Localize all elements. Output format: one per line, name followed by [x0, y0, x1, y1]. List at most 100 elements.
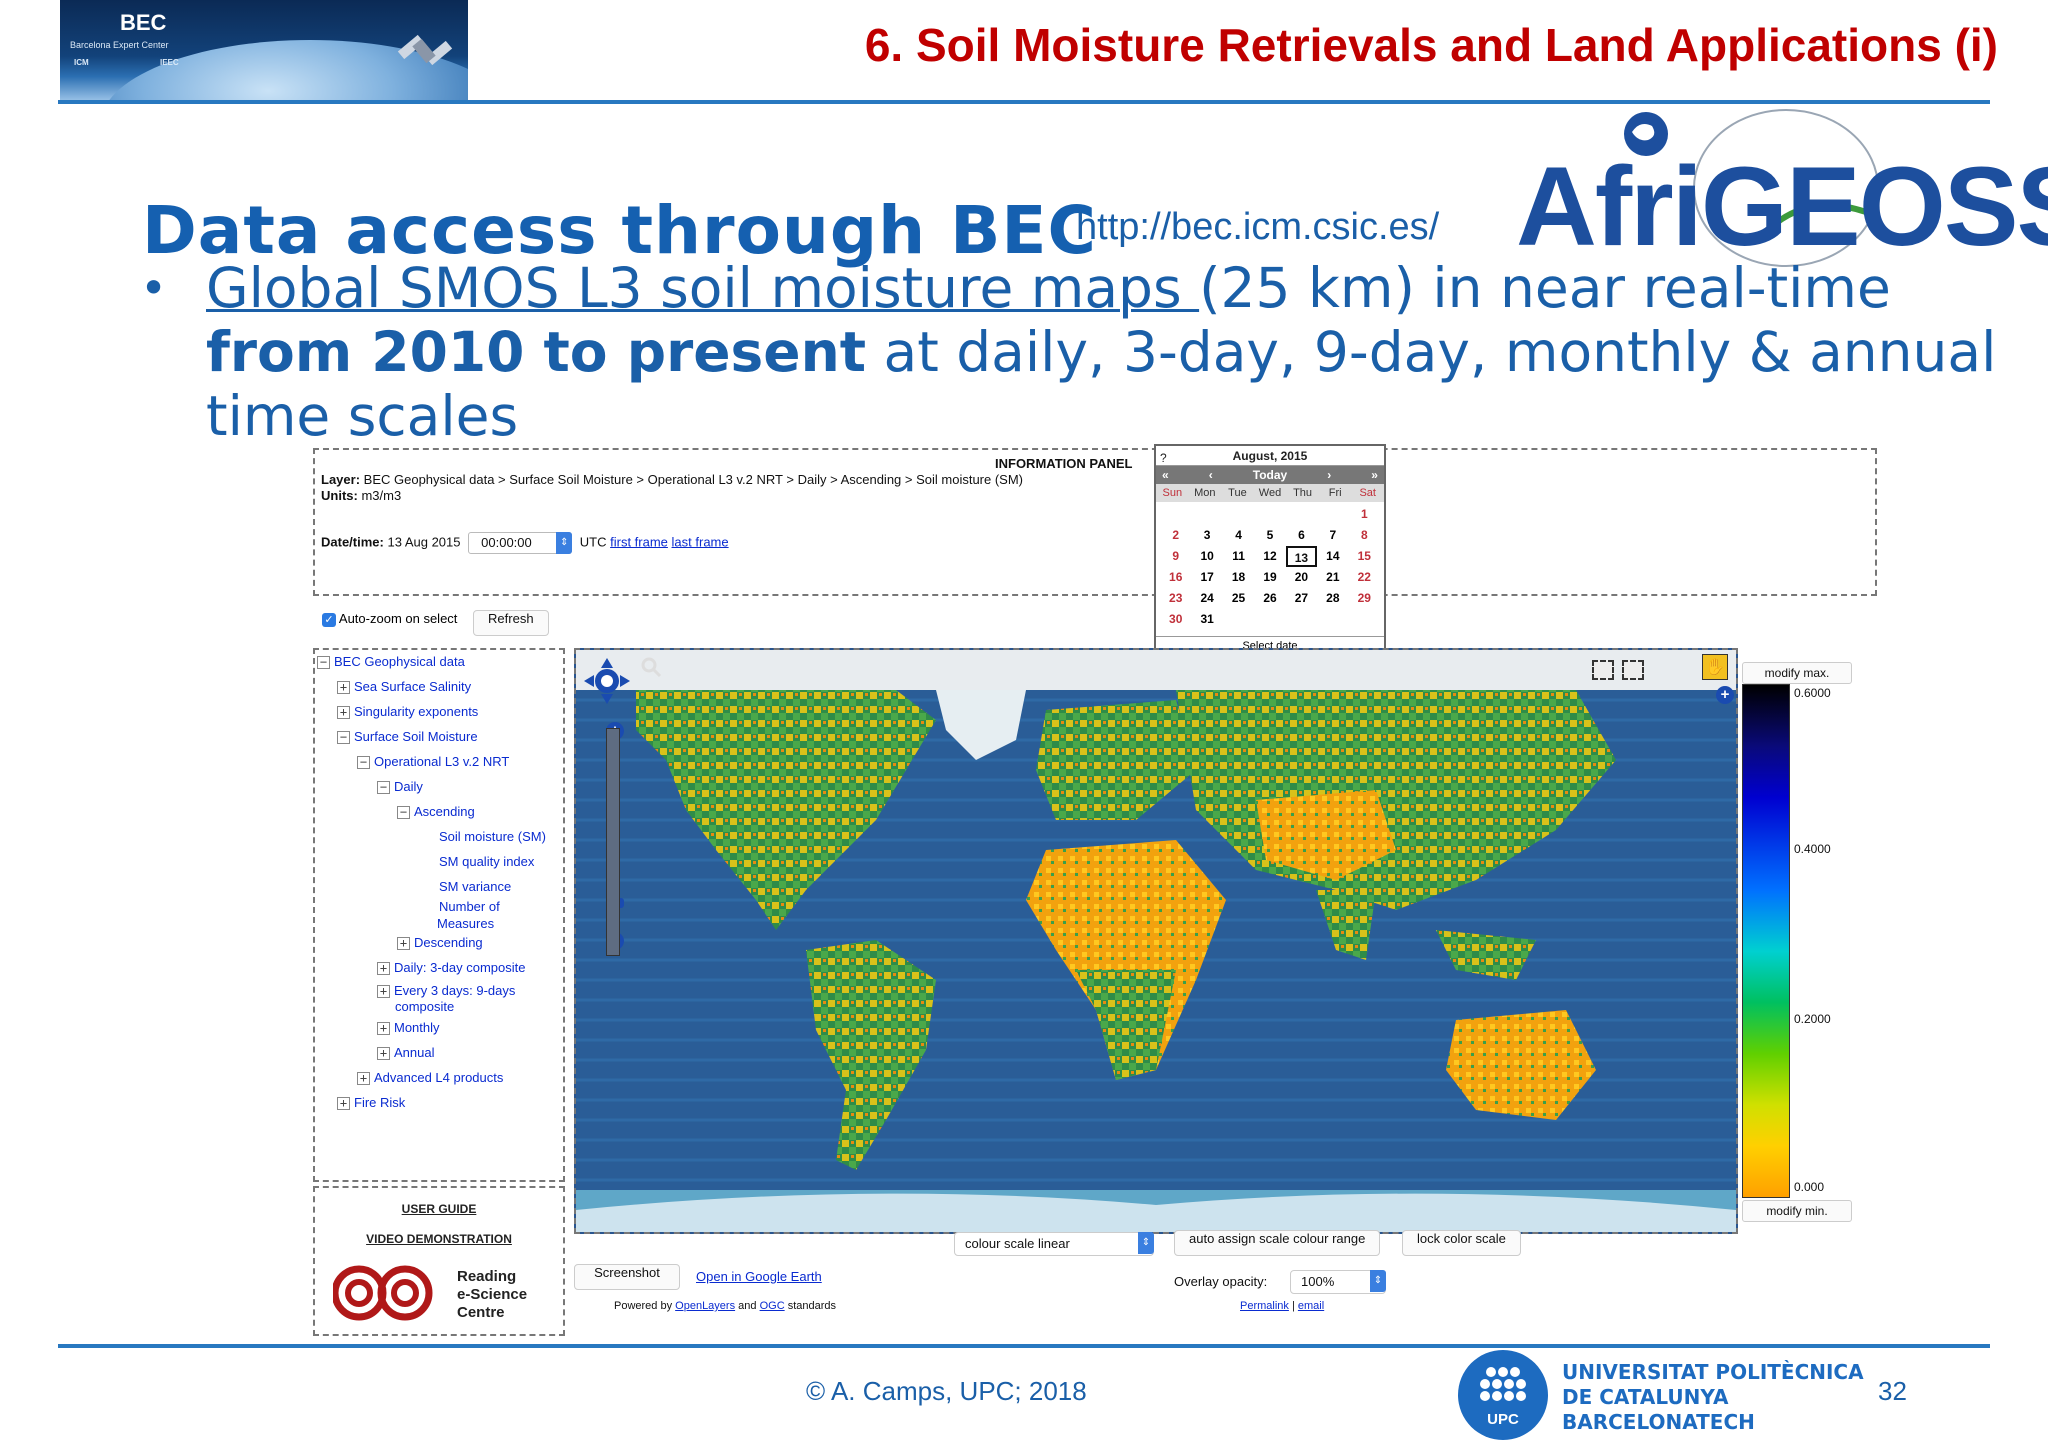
email-link[interactable]: email: [1298, 1300, 1324, 1312]
calendar-day[interactable]: 30: [1160, 609, 1191, 630]
modify-min-button[interactable]: modify min.: [1742, 1200, 1852, 1222]
collapse-icon[interactable]: −: [397, 806, 410, 820]
tree-node-sss[interactable]: + Sea Surface Salinity: [337, 679, 471, 695]
soil-moisture-map[interactable]: + − ✋ +: [574, 648, 1738, 1234]
expand-icon[interactable]: +: [397, 937, 410, 951]
date-value[interactable]: 13 Aug 2015: [387, 534, 460, 549]
collapse-icon[interactable]: −: [337, 731, 350, 745]
next-year-button[interactable]: »: [1371, 466, 1378, 484]
expand-icon[interactable]: +: [377, 1022, 390, 1036]
tree-leaf-smqi[interactable]: SM quality index: [439, 854, 534, 869]
tree-node-bec-geophysical[interactable]: − BEC Geophysical data: [317, 654, 465, 670]
video-demo-link[interactable]: VIDEO DEMONSTRATION: [315, 1232, 563, 1246]
collapse-icon[interactable]: −: [357, 756, 370, 770]
maps-link[interactable]: Global SMOS L3 soil moisture maps: [206, 256, 1199, 320]
select-arrow-icon[interactable]: ⇕: [1138, 1232, 1154, 1254]
tree-node-singularity[interactable]: + Singularity exponents: [337, 704, 478, 720]
time-input[interactable]: 00:00:00 ⇕: [468, 532, 573, 554]
calendar-day[interactable]: 5: [1254, 525, 1285, 546]
tree-node-adv-l4[interactable]: + Advanced L4 products: [357, 1070, 503, 1086]
tree-leaf-smvar[interactable]: SM variance: [439, 879, 511, 894]
calendar-day[interactable]: 31: [1191, 609, 1222, 630]
calendar-day[interactable]: 8: [1349, 525, 1380, 546]
lock-color-scale-button[interactable]: lock color scale: [1402, 1230, 1521, 1256]
bec-url[interactable]: http://bec.icm.csic.es/: [1076, 206, 1439, 249]
calendar-day[interactable]: 11: [1223, 546, 1254, 567]
last-frame-link[interactable]: last frame: [672, 534, 729, 549]
collapse-icon[interactable]: −: [317, 656, 330, 670]
calendar-day[interactable]: 16: [1160, 567, 1191, 588]
calendar-day[interactable]: 13: [1285, 546, 1318, 567]
openlayers-link[interactable]: OpenLayers: [675, 1300, 735, 1312]
magnifier-icon[interactable]: [640, 656, 662, 678]
calendar-day[interactable]: 24: [1191, 588, 1222, 609]
calendar-day[interactable]: 9: [1160, 546, 1191, 567]
expand-icon[interactable]: +: [357, 1072, 370, 1086]
layer-switcher-button[interactable]: +: [1716, 686, 1734, 704]
first-frame-link[interactable]: first frame: [610, 534, 668, 549]
google-earth-link[interactable]: Open in Google Earth: [696, 1269, 822, 1284]
tree-node-ascending[interactable]: − Ascending: [397, 804, 475, 820]
calendar-day[interactable]: 28: [1317, 588, 1348, 609]
expand-icon[interactable]: +: [377, 985, 390, 999]
tree-leaf-nmeas[interactable]: Number of: [439, 899, 500, 914]
calendar-day[interactable]: 2: [1160, 525, 1191, 546]
pan-control-icon[interactable]: [582, 656, 632, 706]
calendar-day[interactable]: 19: [1254, 567, 1285, 588]
calendar-day[interactable]: 3: [1191, 525, 1222, 546]
calendar-day[interactable]: 1: [1349, 504, 1380, 525]
box-zoom-icon[interactable]: [1622, 660, 1644, 680]
tree-node-every3-2[interactable]: composite: [395, 999, 454, 1014]
refresh-button[interactable]: Refresh: [473, 610, 549, 636]
date-picker[interactable]: ? August, 2015 « ‹ Today › » Sun Mon Tue Wed…: [1154, 444, 1386, 656]
tree-node-daily3[interactable]: + Daily: 3-day composite: [377, 960, 526, 976]
calendar-day[interactable]: 26: [1254, 588, 1285, 609]
next-month-button[interactable]: ›: [1327, 466, 1331, 484]
tree-node-fire[interactable]: + Fire Risk: [337, 1095, 405, 1111]
calendar-day[interactable]: 29: [1349, 588, 1380, 609]
tree-node-every3[interactable]: + Every 3 days: 9-days: [377, 983, 515, 999]
tree-node-descending[interactable]: + Descending: [397, 935, 483, 951]
tree-node-monthly[interactable]: + Monthly: [377, 1020, 440, 1036]
overlay-opacity-select[interactable]: 100% ⇕: [1290, 1270, 1386, 1294]
prev-month-button[interactable]: ‹: [1209, 466, 1213, 484]
calendar-day[interactable]: 27: [1286, 588, 1317, 609]
calendar-day[interactable]: 17: [1191, 567, 1222, 588]
auto-assign-button[interactable]: auto assign scale colour range: [1174, 1230, 1381, 1256]
tree-node-annual[interactable]: + Annual: [377, 1045, 434, 1061]
collapse-icon[interactable]: −: [377, 781, 390, 795]
hand-pan-icon[interactable]: ✋: [1702, 654, 1728, 680]
tree-node-daily[interactable]: − Daily: [377, 779, 423, 795]
expand-icon[interactable]: +: [337, 1097, 350, 1111]
box-select-icon[interactable]: [1592, 660, 1614, 680]
expand-icon[interactable]: +: [377, 962, 390, 976]
calendar-day[interactable]: 14: [1317, 546, 1348, 567]
calendar-day[interactable]: 22: [1349, 567, 1380, 588]
user-guide-link[interactable]: USER GUIDE: [315, 1202, 563, 1216]
colour-scale-select[interactable]: colour scale linear ⇕: [954, 1232, 1154, 1256]
time-spinner-icon[interactable]: ⇕: [556, 532, 573, 554]
calendar-day[interactable]: 20: [1286, 567, 1317, 588]
calendar-day[interactable]: 21: [1317, 567, 1348, 588]
auto-zoom-checkbox[interactable]: ✓: [322, 612, 336, 627]
screenshot-button[interactable]: Screenshot: [574, 1264, 680, 1290]
tree-leaf-sm[interactable]: Soil moisture (SM): [439, 829, 546, 844]
expand-icon[interactable]: +: [337, 706, 350, 720]
calendar-day[interactable]: 15: [1349, 546, 1380, 567]
calendar-day[interactable]: 18: [1223, 567, 1254, 588]
calendar-day[interactable]: 25: [1223, 588, 1254, 609]
calendar-day[interactable]: 10: [1191, 546, 1222, 567]
prev-year-button[interactable]: «: [1162, 466, 1169, 484]
modify-max-button[interactable]: modify max.: [1742, 662, 1852, 684]
ogc-link[interactable]: OGC: [760, 1300, 785, 1312]
select-arrow-icon[interactable]: ⇕: [1370, 1270, 1386, 1292]
tree-node-op-l3[interactable]: − Operational L3 v.2 NRT: [357, 754, 509, 770]
expand-icon[interactable]: +: [337, 681, 350, 695]
tree-node-ssm[interactable]: − Surface Soil Moisture: [337, 729, 478, 745]
calendar-day[interactable]: 12: [1254, 546, 1285, 567]
calendar-day[interactable]: 23: [1160, 588, 1191, 609]
expand-icon[interactable]: +: [377, 1047, 390, 1061]
calendar-day[interactable]: 4: [1223, 525, 1254, 546]
today-button[interactable]: Today: [1253, 466, 1287, 484]
permalink-link[interactable]: Permalink: [1240, 1300, 1289, 1312]
